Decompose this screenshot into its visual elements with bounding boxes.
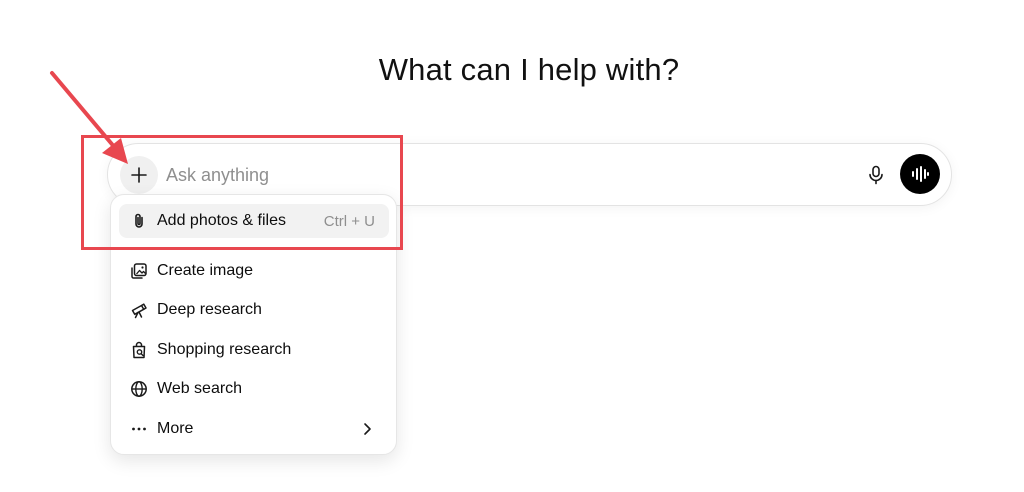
menu-item-web-search[interactable]: Web search xyxy=(119,372,389,406)
microphone-icon xyxy=(869,165,883,185)
menu-item-add-photos-files[interactable]: Add photos & files Ctrl + U xyxy=(119,204,389,238)
paperclip-icon xyxy=(129,211,149,231)
menu-item-label: Deep research xyxy=(157,301,262,318)
menu-item-more[interactable]: More xyxy=(119,412,389,446)
prompt-input[interactable] xyxy=(166,158,846,192)
plus-icon xyxy=(131,167,147,183)
ellipsis-icon xyxy=(129,419,149,439)
menu-item-label: Shopping research xyxy=(157,341,292,358)
page-title: What can I help with? xyxy=(378,52,680,87)
menu-item-label: Web search xyxy=(157,380,243,397)
dictate-button[interactable] xyxy=(862,161,890,189)
telescope-icon xyxy=(129,300,149,320)
attach-menu: Add photos & files Ctrl + U Create image xyxy=(110,194,397,455)
chevron-right-icon xyxy=(364,423,371,435)
menu-item-create-image[interactable]: Create image xyxy=(119,254,389,288)
menu-item-deep-research[interactable]: Deep research xyxy=(119,293,389,327)
add-button[interactable] xyxy=(120,156,158,194)
menu-item-label: More xyxy=(157,420,194,437)
menu-item-shopping-research[interactable]: Shopping research xyxy=(119,333,389,367)
page: What can I help with? Ask anything Add p… xyxy=(0,0,1024,492)
menu-item-label: Add photos & files xyxy=(157,212,286,229)
menu-item-label: Create image xyxy=(157,262,254,279)
globe-icon xyxy=(129,379,149,399)
keyboard-shortcut: Ctrl + U xyxy=(323,212,375,230)
image-icon xyxy=(129,261,149,281)
voice-waveform-icon xyxy=(912,166,929,182)
shopping-bag-icon xyxy=(129,340,149,360)
voice-mode-button[interactable] xyxy=(900,154,940,194)
